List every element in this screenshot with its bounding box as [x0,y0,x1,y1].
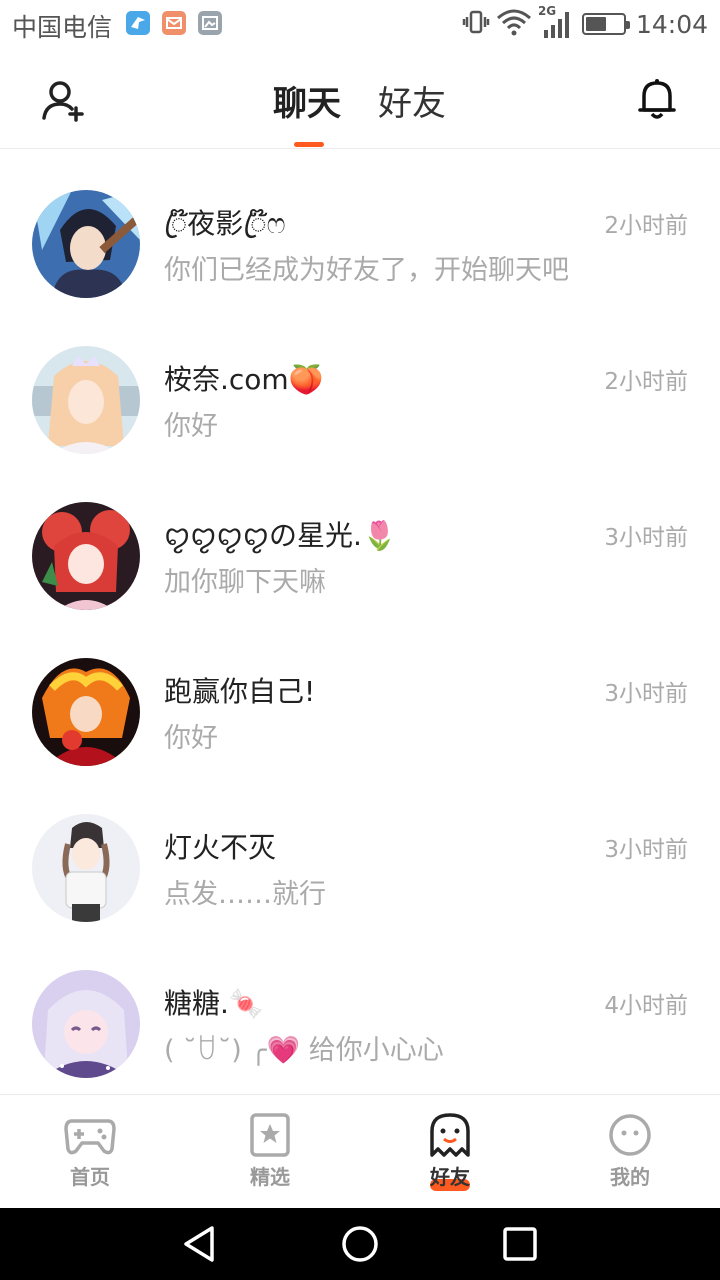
active-tab-indicator [294,142,324,147]
nav-item-home[interactable]: 首页 [0,1095,180,1209]
chat-name: ꨄꨄꨄꨄの星光.🌷 [164,519,397,552]
chat-time: 3小时前 [604,837,688,863]
chat-name: 桉奈.com🍑 [164,363,324,396]
cell-signal-icon: 2G [538,4,572,40]
chat-last-message: 点发……就行 [164,879,326,910]
avatar[interactable] [32,190,140,298]
chat-time: 3小时前 [604,681,688,707]
chat-time: 2小时前 [604,369,688,395]
chat-last-message: ( ˘ꇴ˘) ╭💗 给你小心心 [164,1035,444,1066]
wifi-icon [496,8,532,40]
battery-level [585,17,606,31]
chat-list: ꦿ໊夜影ꦿ໊ෆ 2小时前 你们已经成为好友了，开始聊天吧 桉奈.com🍑 2小时… [0,150,720,1094]
nav-item-friends[interactable]: 好友 [360,1095,540,1209]
avatar[interactable] [32,970,140,1078]
chat-item[interactable]: ꦿ໊夜影ꦿ໊ෆ 2小时前 你们已经成为好友了，开始聊天吧 [0,150,720,306]
nav-item-me[interactable]: 我的 [540,1095,720,1209]
bottom-nav: 首页 精选 好友 我的 [0,1094,720,1208]
chat-name: 灯火不灭 [164,831,277,864]
avatar[interactable] [32,502,140,610]
chat-item[interactable]: 糖糖.🍬 4小时前 ( ˘ꇴ˘) ╭💗 给你小心心 [0,930,720,1086]
add-friend-icon[interactable] [40,78,88,122]
bird-app-icon [126,11,150,35]
chat-item[interactable]: 跑赢你自己! 3小时前 你好 [0,618,720,774]
chat-item[interactable]: 灯火不灭 3小时前 点发……就行 [0,774,720,930]
vibrate-icon [462,8,490,40]
home-icon[interactable] [340,1224,380,1264]
chat-time: 2小时前 [604,213,688,239]
chat-time: 4小时前 [604,993,688,1019]
chat-last-message: 加你聊下天嘛 [164,567,326,598]
status-bar: 中国电信 2G 14:04 [0,0,720,50]
nav-label: 精选 [250,1165,290,1189]
nav-label: 好友 [430,1165,470,1189]
chat-name: 跑赢你自己! [164,675,316,708]
nav-label: 我的 [610,1165,650,1189]
chat-name: 糖糖.🍬 [164,987,264,1020]
recents-icon[interactable] [500,1224,540,1264]
back-icon[interactable] [180,1224,220,1264]
ghost-icon [424,1113,476,1157]
avatar[interactable] [32,658,140,766]
carrier-name: 中国电信 [12,13,113,42]
avatar[interactable] [32,814,140,922]
header: 聊天 好友 [0,50,720,149]
mail-app-icon [162,11,186,35]
star-bookmark-icon [244,1113,296,1157]
chat-last-message: 你好 [164,723,218,754]
avatar[interactable] [32,346,140,454]
tab-friends[interactable]: 好友 [378,76,446,125]
chat-last-message: 你好 [164,411,218,442]
battery-icon [581,13,630,35]
gamepad-icon [64,1113,116,1157]
tab-chat[interactable]: 聊天 [273,76,341,125]
gallery-app-icon [198,11,222,35]
chat-item[interactable]: ꨄꨄꨄꨄの星光.🌷 3小时前 加你聊下天嘛 [0,462,720,618]
bell-icon[interactable] [634,76,680,122]
smiley-icon [604,1113,656,1157]
nav-label: 首页 [70,1165,110,1189]
chat-time: 3小时前 [604,525,688,551]
nav-item-featured[interactable]: 精选 [180,1095,360,1209]
clock: 14:04 [635,9,708,39]
system-nav-bar [0,1208,720,1280]
chat-item[interactable]: 桉奈.com🍑 2小时前 你好 [0,306,720,462]
chat-last-message: 你们已经成为好友了，开始聊天吧 [164,255,569,286]
